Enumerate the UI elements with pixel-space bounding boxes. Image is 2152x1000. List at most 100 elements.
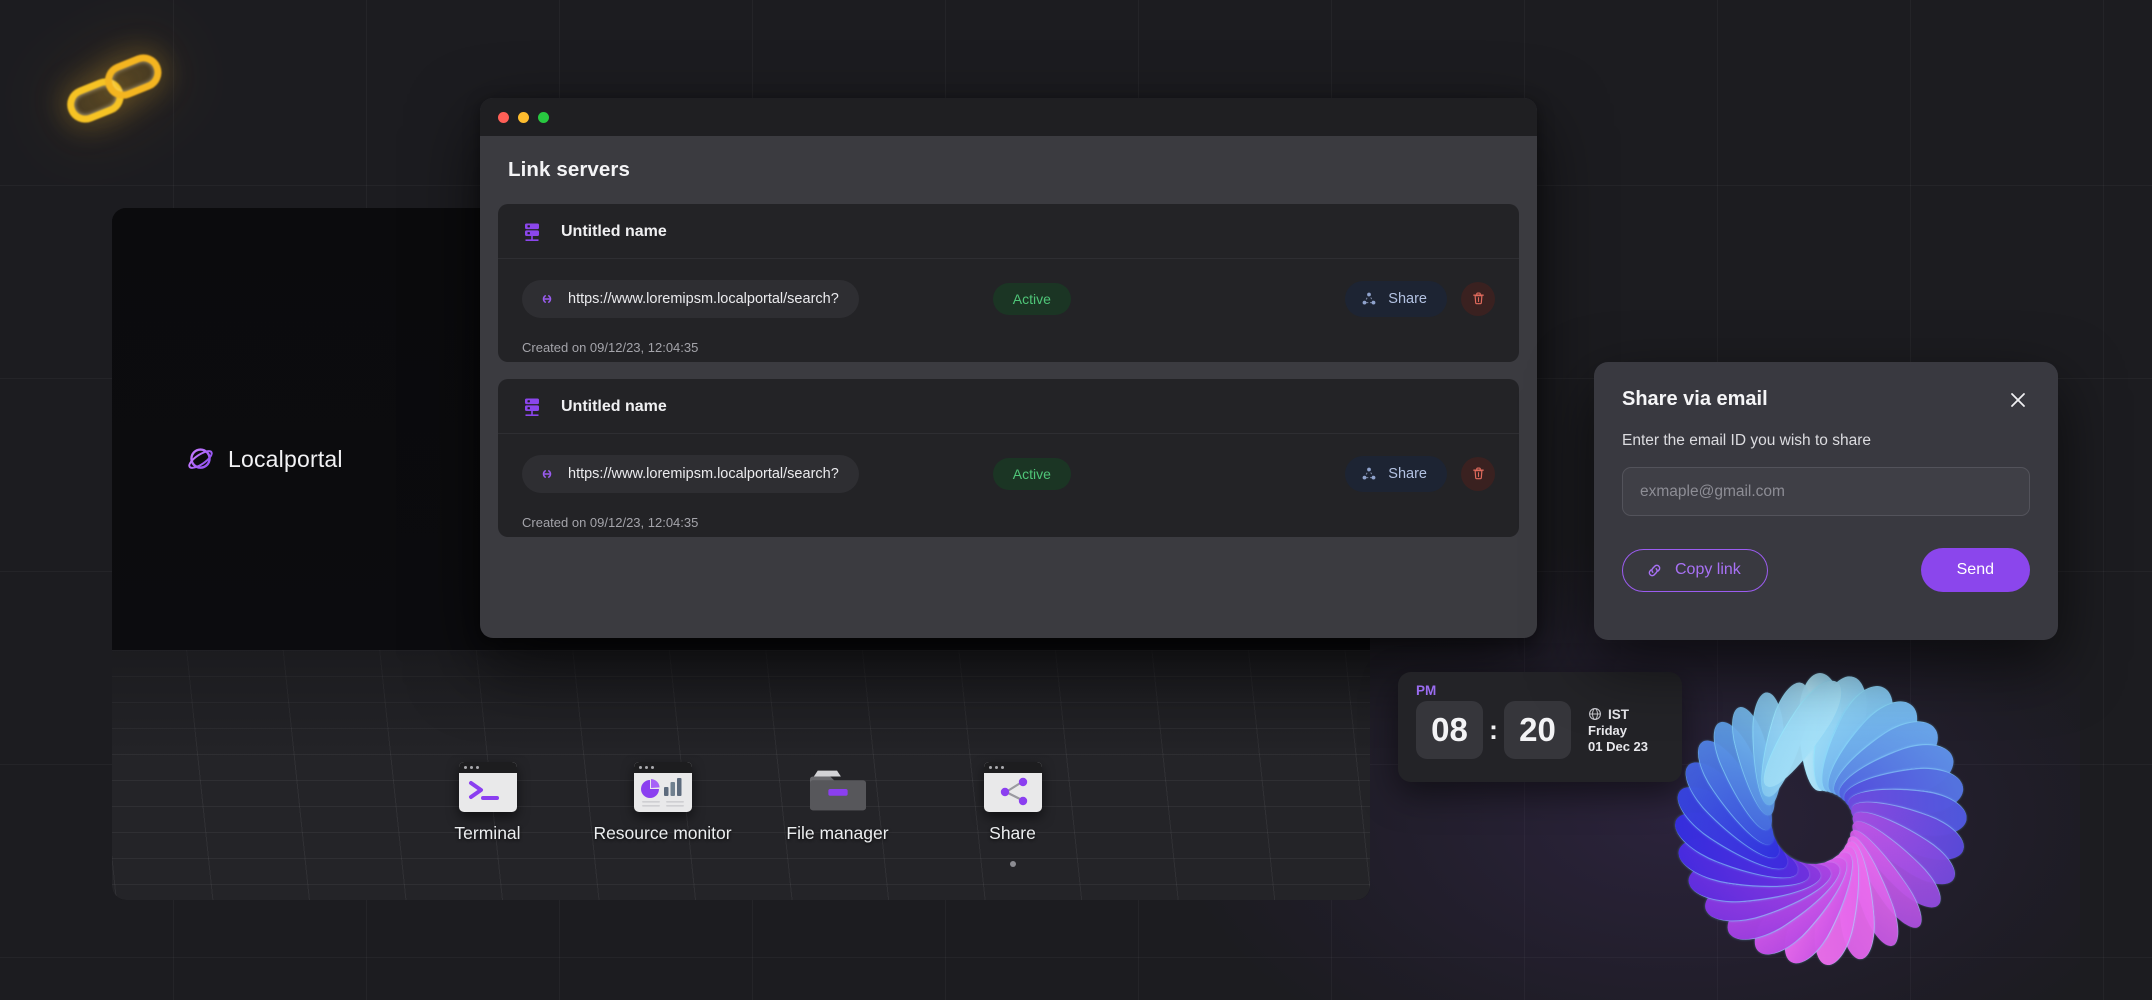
torus-petal — [1751, 690, 1785, 807]
torus-petal — [1802, 671, 1875, 797]
share-button[interactable]: Share — [1345, 455, 1447, 492]
torus-petal — [1671, 773, 1794, 885]
torus-petal — [1704, 715, 1784, 837]
share-button-label: Share — [1388, 465, 1427, 482]
torus-petal — [1693, 851, 1843, 932]
server-created-text: Created on 09/12/23, 12:04:35 — [522, 340, 699, 355]
server-url-chip[interactable]: https://www.loremipsm.localportal/search… — [522, 454, 859, 493]
server-card-actions: Share — [1345, 280, 1495, 317]
clock-widget: PM 08 : 20 IST Friday 01 Dec 23 — [1398, 672, 1682, 782]
globe-icon — [1589, 708, 1601, 720]
window-close-button[interactable] — [498, 111, 509, 123]
delete-button[interactable] — [1461, 456, 1495, 491]
torus-petal — [1842, 810, 1951, 918]
gradient-torus-3d-icon — [1640, 655, 2000, 985]
share-modal-subtitle: Enter the email ID you wish to share — [1622, 432, 1871, 449]
localportal-brand-label: Localportal — [228, 446, 343, 472]
share-modal-header: Share via email — [1622, 388, 2030, 412]
torus-petal — [1808, 845, 1869, 968]
server-card-header: Untitled name — [498, 379, 1519, 433]
share-nodes-icon — [1362, 292, 1376, 304]
torus-petal — [1675, 831, 1813, 897]
dock-label-resource-monitor: Resource monitor — [593, 823, 732, 843]
torus-petal — [1741, 848, 1863, 964]
dock-active-indicator — [1009, 861, 1016, 867]
close-icon — [2011, 393, 2025, 407]
torus-petal — [1676, 749, 1789, 872]
torus-petal — [1750, 678, 1818, 802]
dock-item-share[interactable]: Share — [925, 762, 1100, 867]
torus-petal — [1844, 799, 1964, 896]
server-rack-icon — [525, 398, 539, 417]
torus-petal — [1839, 823, 1932, 935]
close-button[interactable] — [2006, 388, 2030, 412]
dock-label-terminal: Terminal — [454, 823, 521, 843]
share-modal-footer: Copy link Send — [1622, 548, 2030, 592]
send-button[interactable]: Send — [1920, 548, 2030, 592]
server-card: Untitled name https://www.loremipsm.loca… — [498, 379, 1519, 537]
window-minimize-button[interactable] — [518, 111, 529, 123]
dock-item-file-manager[interactable]: File manager — [750, 762, 925, 844]
clock-ampm: PM — [1416, 683, 1437, 698]
torus-petal — [1846, 788, 1970, 870]
server-name: Untitled name — [561, 398, 667, 415]
torus-petal — [1829, 733, 1963, 819]
clock-zone-row: IST — [1588, 707, 1648, 722]
dock-item-terminal[interactable]: Terminal — [400, 762, 575, 844]
server-list: Untitled name https://www.loremipsm.loca… — [480, 182, 1537, 537]
desktop-dock: Terminal Resource monitor File manager S… — [400, 762, 1100, 867]
share-button[interactable]: Share — [1345, 280, 1447, 317]
clock-date: 01 Dec 23 — [1588, 738, 1648, 754]
torus-petal — [1750, 673, 1853, 795]
share-modal-title: Share via email — [1622, 388, 1768, 410]
clock-hours: 08 — [1416, 701, 1483, 759]
torus-petal — [1839, 763, 1968, 823]
localportal-brand: Localportal — [186, 445, 343, 474]
server-rack-icon — [525, 223, 539, 242]
server-url-chip[interactable]: https://www.loremipsm.localportal/search… — [522, 279, 859, 318]
server-card: Untitled name https://www.loremipsm.loca… — [498, 204, 1519, 362]
resource-monitor-icon — [633, 762, 692, 812]
torus-petal — [1673, 801, 1800, 893]
terminal-icon — [458, 762, 517, 812]
torus-petal — [1773, 846, 1867, 970]
clock-timezone: IST — [1608, 706, 1630, 722]
window-titlebar[interactable] — [480, 98, 1537, 136]
window-maximize-button[interactable] — [538, 111, 549, 123]
torus-petal — [1714, 850, 1855, 951]
server-url-text: https://www.loremipsm.localportal/search… — [568, 290, 839, 307]
trash-icon — [1472, 467, 1484, 480]
clock-day: Friday — [1588, 722, 1628, 738]
link-icon — [542, 469, 552, 478]
status-badge: Active — [992, 457, 1071, 490]
torus-petal — [1687, 730, 1785, 856]
copy-link-label: Copy link — [1675, 561, 1741, 578]
desktop-root: Localportal Terminal Resource monitor Fi… — [0, 0, 2152, 1000]
status-badge: Active — [992, 282, 1071, 315]
torus-petal — [1806, 677, 1905, 803]
copy-link-button[interactable]: Copy link — [1622, 548, 1768, 592]
share-nodes-icon — [1362, 467, 1376, 479]
clock-separator: : — [1489, 714, 1498, 745]
torus-petal — [1724, 705, 1785, 817]
link-chain-icon — [1648, 564, 1661, 576]
trash-icon — [1472, 292, 1484, 305]
email-field[interactable] — [1622, 467, 2030, 516]
server-card-body: https://www.loremipsm.localportal/search… — [498, 258, 1519, 355]
link-icon — [542, 294, 552, 303]
torus-petal — [1798, 673, 1842, 791]
torus-petal — [1813, 689, 1931, 809]
delete-button[interactable] — [1461, 281, 1495, 316]
dock-label-share: Share — [989, 823, 1036, 843]
torus-petal — [1847, 781, 1968, 841]
torus-petal — [1836, 832, 1907, 951]
page-title: Link servers — [508, 158, 630, 181]
dock-label-file-manager: File manager — [786, 823, 889, 843]
clock-minutes: 20 — [1504, 701, 1571, 759]
server-name: Untitled name — [561, 223, 667, 240]
clock-meta: IST Friday 01 Dec 23 — [1588, 707, 1648, 754]
server-card-header: Untitled name — [498, 204, 1519, 258]
server-url-text: https://www.loremipsm.localportal/search… — [568, 465, 839, 482]
link-servers-window: Link servers Untitled name https://www.l… — [480, 98, 1537, 638]
dock-item-resource-monitor[interactable]: Resource monitor — [575, 762, 750, 844]
